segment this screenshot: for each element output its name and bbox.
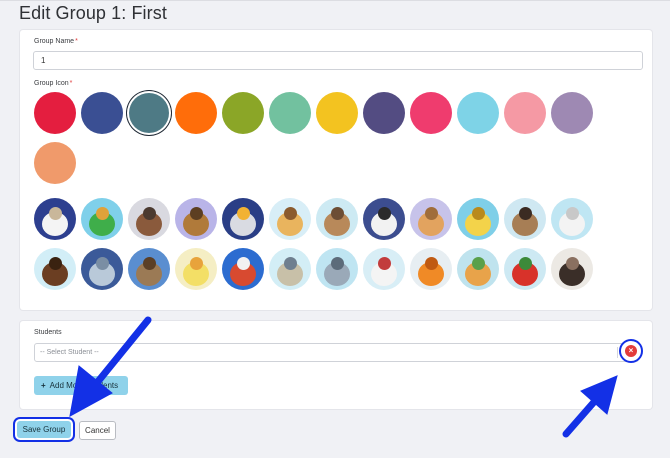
close-icon: × xyxy=(625,345,637,357)
avatar-head xyxy=(143,207,156,220)
black-dog-icon[interactable] xyxy=(551,248,593,290)
color-swatch[interactable] xyxy=(175,92,217,134)
avatar-head xyxy=(190,207,203,220)
add-more-students-button[interactable]: + Add More Students xyxy=(34,376,129,395)
students-label: Students xyxy=(34,329,62,336)
save-group-button[interactable]: Save Group xyxy=(17,421,71,438)
lion-icon[interactable] xyxy=(128,248,170,290)
zebra-icon[interactable] xyxy=(363,198,405,240)
pumpkin-cat-icon[interactable] xyxy=(410,248,452,290)
avatar-head xyxy=(378,257,391,270)
avatar-head xyxy=(237,207,250,220)
avatar-head xyxy=(331,207,344,220)
top-border xyxy=(0,0,670,1)
clown-dog-icon[interactable] xyxy=(222,248,264,290)
yorkie-icon[interactable] xyxy=(175,198,217,240)
remove-student-button[interactable]: × xyxy=(619,339,643,363)
add-more-students-label: Add More Students xyxy=(49,381,119,390)
horse-icon[interactable] xyxy=(34,248,76,290)
color-swatch[interactable] xyxy=(410,92,452,134)
avatar-head xyxy=(284,257,297,270)
group-icon-label: Group Icon* xyxy=(34,80,73,87)
select-student-placeholder: -- Select Student -- xyxy=(40,349,99,356)
group-name-input[interactable]: 1 xyxy=(33,51,643,70)
avatar-head xyxy=(519,207,532,220)
avatar-head xyxy=(566,257,579,270)
bird-nest-icon[interactable] xyxy=(128,198,170,240)
cancel-button[interactable]: Cancel xyxy=(79,421,116,440)
avatar-head xyxy=(284,207,297,220)
group-details-card: Group Name* 1 Group Icon* xyxy=(20,30,652,310)
select-student-dropdown[interactable]: -- Select Student -- ⌄ xyxy=(34,343,639,362)
avatar-head xyxy=(237,257,250,270)
dragon-icon[interactable] xyxy=(81,198,123,240)
avatar-head xyxy=(566,207,579,220)
color-swatch[interactable] xyxy=(457,92,499,134)
robot-icon[interactable] xyxy=(222,198,264,240)
kangaroo-icon[interactable] xyxy=(410,198,452,240)
avatar-head xyxy=(49,257,62,270)
duck-icon[interactable] xyxy=(175,248,217,290)
avatar-head xyxy=(96,207,109,220)
color-swatch[interactable] xyxy=(129,93,169,133)
robot-toy-icon[interactable] xyxy=(269,248,311,290)
terrier-icon[interactable] xyxy=(316,198,358,240)
color-swatch[interactable] xyxy=(34,142,76,184)
avatar-head xyxy=(425,257,438,270)
students-card: Students -- Select Student -- ⌄ × +Add M… xyxy=(20,321,652,409)
avatar-head xyxy=(96,257,109,270)
avatar-head xyxy=(378,207,391,220)
page-title: Edit Group 1: First xyxy=(19,3,167,23)
dog-icon[interactable] xyxy=(34,198,76,240)
avatar-head xyxy=(331,257,344,270)
color-swatch[interactable] xyxy=(316,92,358,134)
color-swatch[interactable] xyxy=(222,92,264,134)
avatar-head xyxy=(190,257,203,270)
plus-icon: + xyxy=(41,381,46,390)
color-swatch[interactable] xyxy=(551,92,593,134)
avatar-head xyxy=(472,257,485,270)
parrot-icon[interactable] xyxy=(504,248,546,290)
elephant-icon[interactable] xyxy=(81,248,123,290)
group-name-label: Group Name* xyxy=(34,38,78,45)
cartoon-dog-icon[interactable] xyxy=(363,248,405,290)
cat-icon[interactable] xyxy=(551,198,593,240)
farm-icon[interactable] xyxy=(457,248,499,290)
color-swatch[interactable] xyxy=(34,92,76,134)
select-divider xyxy=(617,347,618,358)
color-swatch[interactable] xyxy=(81,92,123,134)
color-swatch[interactable] xyxy=(269,92,311,134)
pug-icon[interactable] xyxy=(504,198,546,240)
avatar-head xyxy=(49,207,62,220)
avatar-head xyxy=(519,257,532,270)
giraffe-icon[interactable] xyxy=(269,198,311,240)
avatar-head xyxy=(425,207,438,220)
horse-toy-icon[interactable] xyxy=(457,198,499,240)
avatar-head xyxy=(472,207,485,220)
color-swatch[interactable] xyxy=(363,92,405,134)
color-swatch[interactable] xyxy=(504,92,546,134)
avatar-head xyxy=(143,257,156,270)
robot-dog-icon[interactable] xyxy=(316,248,358,290)
